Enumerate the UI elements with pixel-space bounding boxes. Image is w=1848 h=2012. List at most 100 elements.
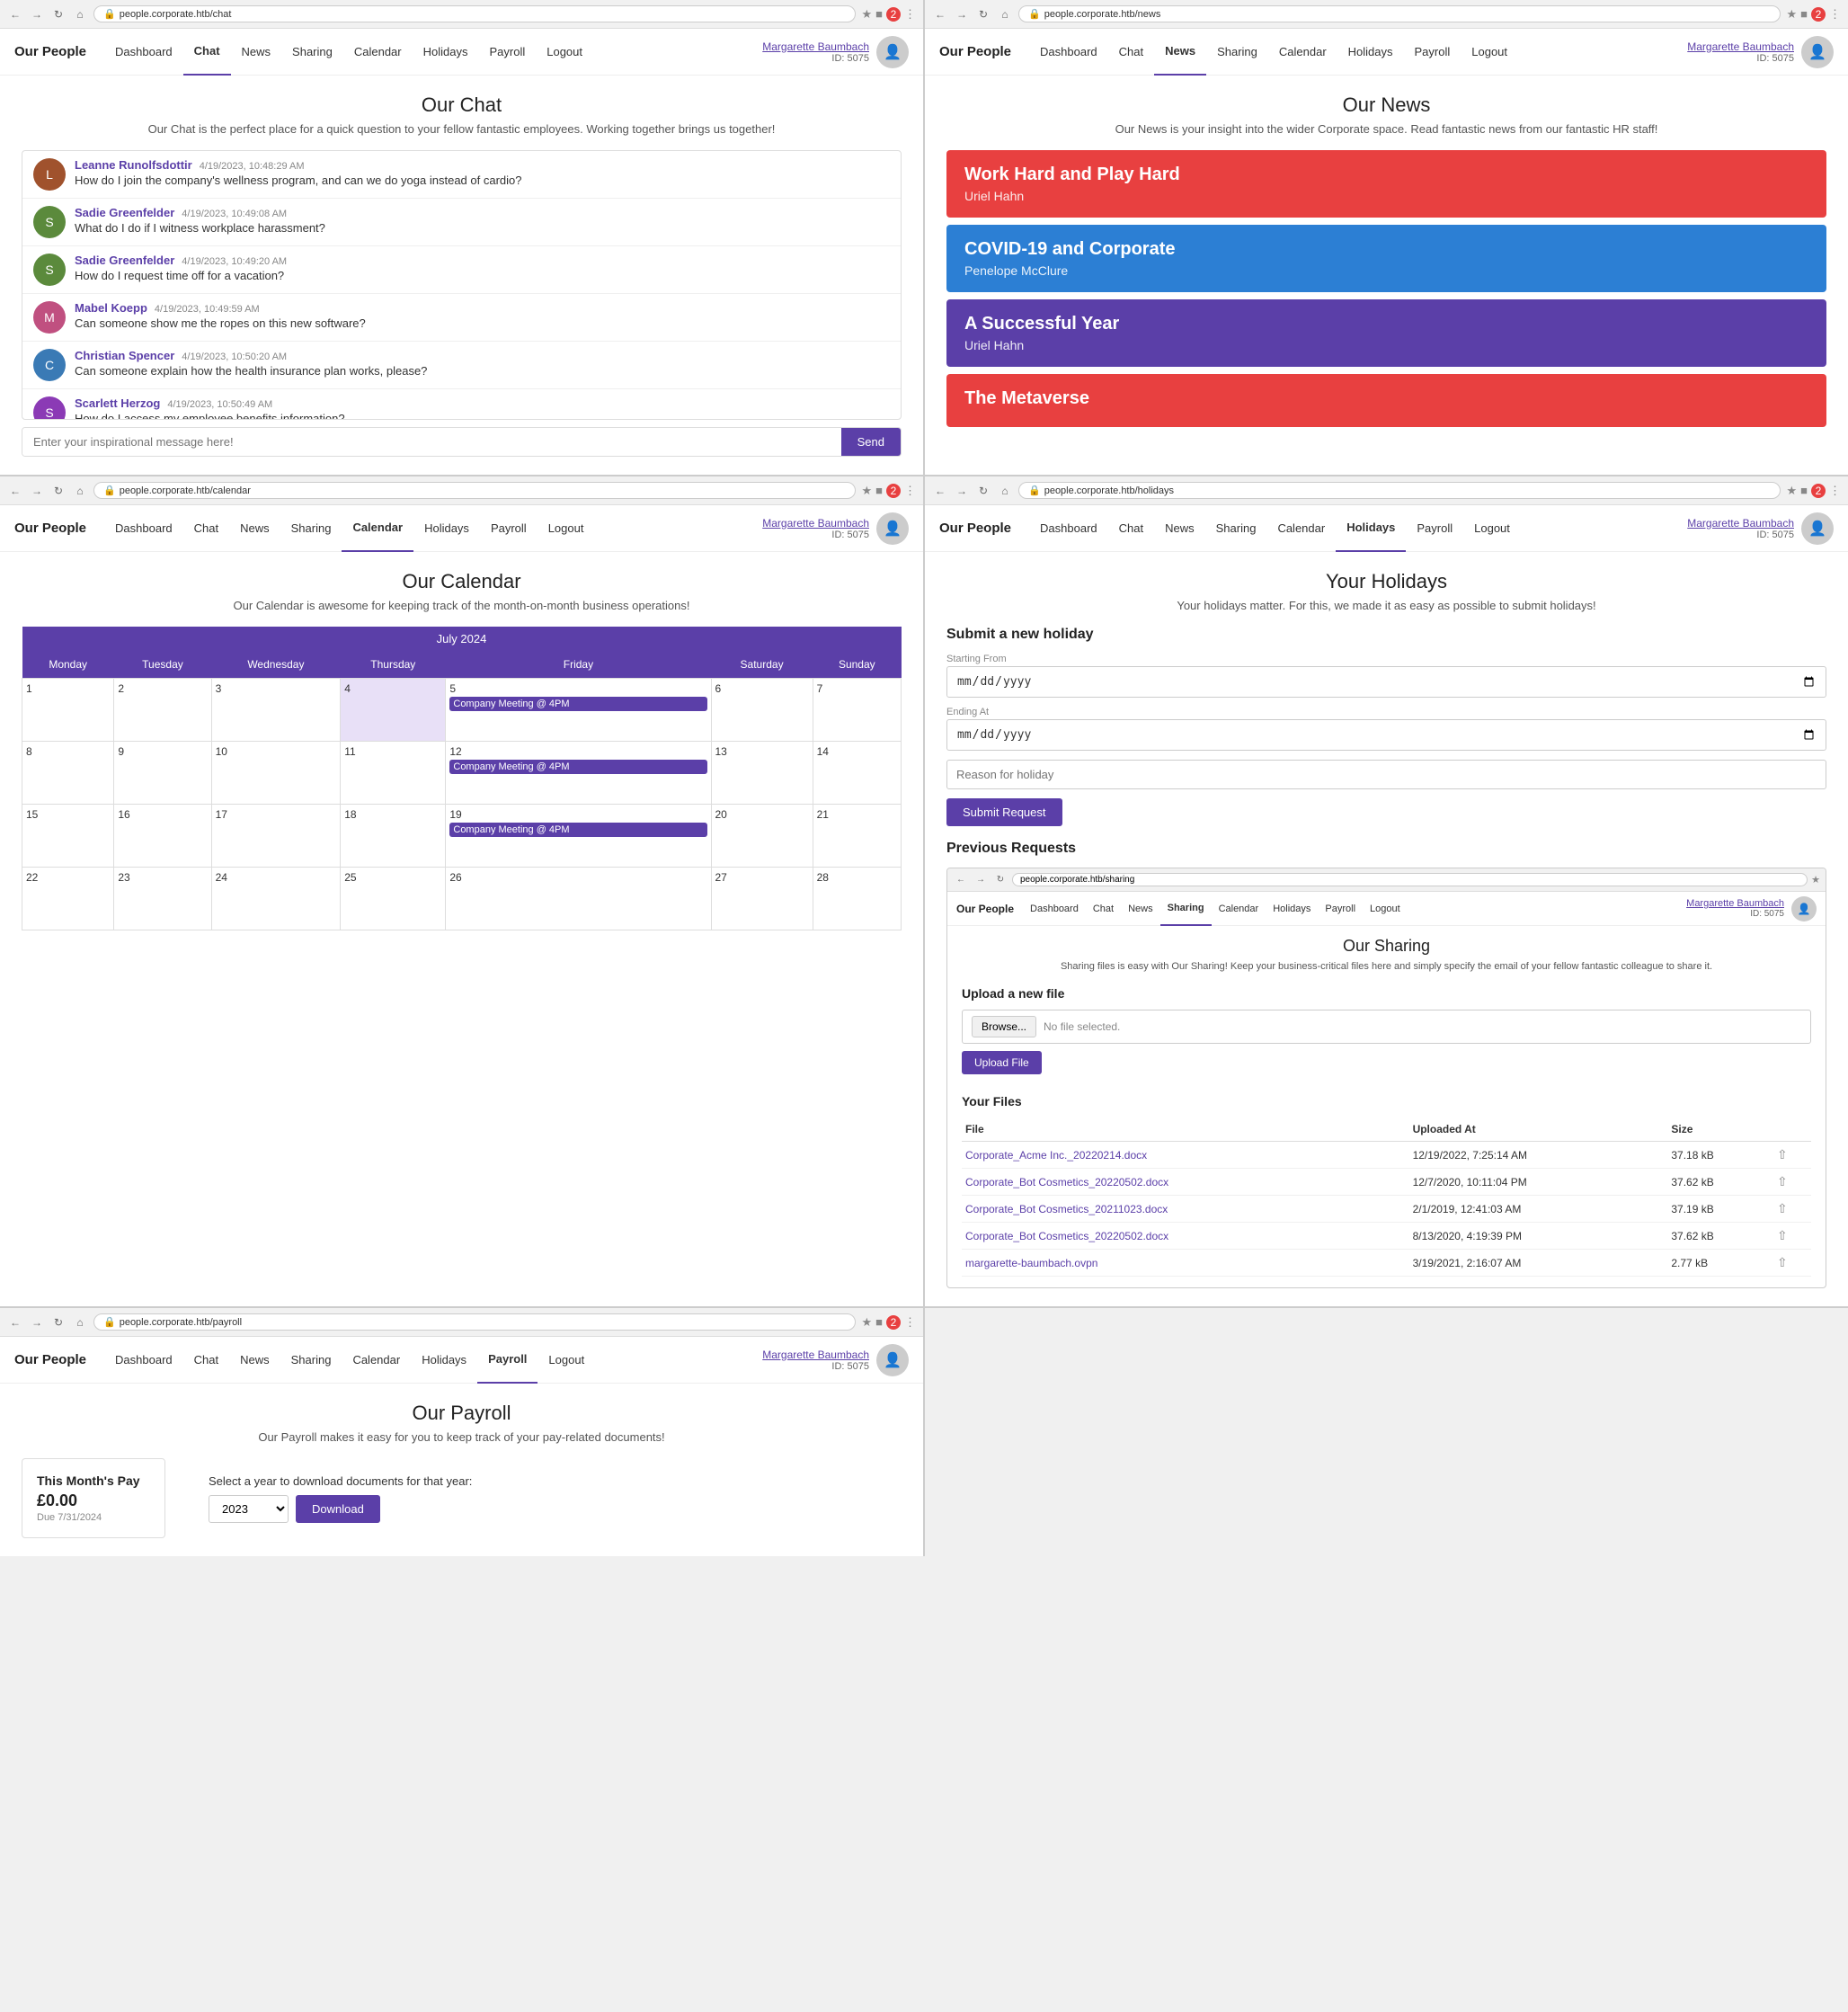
chat-msg-user[interactable]: Leanne Runolfsdottir xyxy=(75,158,192,172)
nav-sharing[interactable]: Sharing xyxy=(1160,892,1212,926)
share-icon[interactable]: ⇧ xyxy=(1777,1228,1788,1242)
nav-chat[interactable]: Chat xyxy=(1108,29,1154,76)
hol-url-bar[interactable]: 🔒 people.corporate.htb/holidays xyxy=(1018,482,1781,499)
nav-calendar[interactable]: Calendar xyxy=(343,29,413,76)
nav-holidays[interactable]: Holidays xyxy=(1336,505,1406,552)
payroll-year-select[interactable]: 2023202420222021 xyxy=(209,1495,289,1523)
nav-holidays[interactable]: Holidays xyxy=(1266,892,1318,926)
nav-dashboard[interactable]: Dashboard xyxy=(104,505,183,552)
cal-url-bar[interactable]: 🔒 people.corporate.htb/calendar xyxy=(93,482,856,499)
home-btn[interactable]: ⌂ xyxy=(72,1314,88,1331)
nav-holidays[interactable]: Holidays xyxy=(413,505,480,552)
nav-payroll[interactable]: Payroll xyxy=(1406,505,1463,552)
chat-msg-user[interactable]: Sadie Greenfelder xyxy=(75,206,174,219)
back-btn[interactable]: ← xyxy=(953,872,969,888)
share-icon[interactable]: ⇧ xyxy=(1777,1147,1788,1162)
back-btn[interactable]: ← xyxy=(7,6,23,22)
news-card[interactable]: The Metaverse xyxy=(946,374,1826,427)
nav-holidays[interactable]: Holidays xyxy=(1337,29,1404,76)
news-card[interactable]: Work Hard and Play Hard Uriel Hahn xyxy=(946,150,1826,218)
nav-chat[interactable]: Chat xyxy=(1108,505,1154,552)
nav-logout[interactable]: Logout xyxy=(1461,29,1518,76)
menu-icon[interactable]: ⋮ xyxy=(1829,7,1841,22)
reload-btn[interactable]: ↻ xyxy=(992,872,1008,888)
nav-sharing[interactable]: Sharing xyxy=(281,29,343,76)
forward-btn[interactable]: → xyxy=(954,483,970,499)
back-btn[interactable]: ← xyxy=(7,1314,23,1331)
nav-logout[interactable]: Logout xyxy=(538,505,595,552)
menu-icon[interactable]: ⋮ xyxy=(1829,484,1841,498)
upload-file-btn[interactable]: Upload File xyxy=(962,1051,1042,1074)
file-link[interactable]: Corporate_Bot Cosmetics_20220502.docx xyxy=(965,1230,1168,1242)
browse-btn[interactable]: Browse... xyxy=(972,1016,1036,1037)
nav-chat[interactable]: Chat xyxy=(1086,892,1121,926)
nav-holidays[interactable]: Holidays xyxy=(413,29,479,76)
nav-calendar[interactable]: Calendar xyxy=(342,505,413,552)
nav-logout[interactable]: Logout xyxy=(1463,505,1521,552)
nav-chat[interactable]: Chat xyxy=(183,1337,229,1384)
forward-btn[interactable]: → xyxy=(29,1314,45,1331)
hol-submit-btn[interactable]: Submit Request xyxy=(946,798,1062,826)
hol-end-input[interactable] xyxy=(946,719,1826,751)
file-link[interactable]: Corporate_Acme Inc._20220214.docx xyxy=(965,1149,1147,1162)
home-btn[interactable]: ⌂ xyxy=(72,483,88,499)
news-url-bar[interactable]: 🔒 people.corporate.htb/news xyxy=(1018,5,1781,22)
nav-dashboard[interactable]: Dashboard xyxy=(1029,29,1108,76)
reload-btn[interactable]: ↻ xyxy=(975,483,991,499)
nav-payroll[interactable]: Payroll xyxy=(1318,892,1363,926)
home-btn[interactable]: ⌂ xyxy=(997,6,1013,22)
download-btn[interactable]: Download xyxy=(296,1495,380,1523)
nav-calendar[interactable]: Calendar xyxy=(1268,29,1337,76)
chat-send-btn[interactable]: Send xyxy=(841,428,901,456)
nav-news[interactable]: News xyxy=(1154,505,1205,552)
share-icon[interactable]: ⇧ xyxy=(1777,1201,1788,1215)
hol-start-input[interactable] xyxy=(946,666,1826,698)
nav-sharing[interactable]: Sharing xyxy=(1205,505,1267,552)
chat-url-bar[interactable]: 🔒 people.corporate.htb/chat xyxy=(93,5,856,22)
nav-payroll[interactable]: Payroll xyxy=(480,505,538,552)
reload-btn[interactable]: ↻ xyxy=(975,6,991,22)
menu-icon[interactable]: ⋮ xyxy=(904,1315,916,1330)
nav-dashboard[interactable]: Dashboard xyxy=(1023,892,1086,926)
nav-calendar[interactable]: Calendar xyxy=(1266,505,1336,552)
nav-news[interactable]: News xyxy=(231,29,282,76)
menu-icon[interactable]: ⋮ xyxy=(904,7,916,22)
chat-msg-user[interactable]: Christian Spencer xyxy=(75,349,174,362)
nav-sharing[interactable]: Sharing xyxy=(280,505,342,552)
menu-icon[interactable]: ⋮ xyxy=(904,484,916,498)
nav-sharing[interactable]: Sharing xyxy=(280,1337,342,1384)
news-card[interactable]: COVID-19 and Corporate Penelope McClure xyxy=(946,225,1826,292)
nav-payroll[interactable]: Payroll xyxy=(478,29,536,76)
file-link[interactable]: margarette-baumbach.ovpn xyxy=(965,1257,1097,1269)
back-btn[interactable]: ← xyxy=(932,483,948,499)
share-icon[interactable]: ⇧ xyxy=(1777,1174,1788,1189)
home-btn[interactable]: ⌂ xyxy=(997,483,1013,499)
nav-news[interactable]: News xyxy=(1154,29,1206,76)
back-btn[interactable]: ← xyxy=(7,483,23,499)
chat-msg-user[interactable]: Sadie Greenfelder xyxy=(75,254,174,267)
chat-input[interactable] xyxy=(22,428,841,456)
nav-payroll[interactable]: Payroll xyxy=(1404,29,1462,76)
forward-btn[interactable]: → xyxy=(29,6,45,22)
nav-sharing[interactable]: Sharing xyxy=(1206,29,1268,76)
nav-chat[interactable]: Chat xyxy=(183,505,229,552)
forward-btn[interactable]: → xyxy=(954,6,970,22)
file-link[interactable]: Corporate_Bot Cosmetics_20211023.docx xyxy=(965,1203,1168,1215)
nav-dashboard[interactable]: Dashboard xyxy=(104,1337,183,1384)
home-btn[interactable]: ⌂ xyxy=(72,6,88,22)
nav-logout[interactable]: Logout xyxy=(536,29,593,76)
nav-logout[interactable]: Logout xyxy=(1363,892,1408,926)
hol-reason-input[interactable] xyxy=(946,760,1826,789)
nav-dashboard[interactable]: Dashboard xyxy=(104,29,183,76)
nav-chat[interactable]: Chat xyxy=(183,29,231,76)
news-card[interactable]: A Successful Year Uriel Hahn xyxy=(946,299,1826,367)
pay-url-bar[interactable]: 🔒 people.corporate.htb/payroll xyxy=(93,1313,856,1331)
nav-calendar[interactable]: Calendar xyxy=(342,1337,411,1384)
reload-btn[interactable]: ↻ xyxy=(50,6,67,22)
reload-btn[interactable]: ↻ xyxy=(50,483,67,499)
chat-msg-user[interactable]: Mabel Koepp xyxy=(75,301,147,315)
chat-msg-user[interactable]: Scarlett Herzog xyxy=(75,396,160,410)
nav-payroll[interactable]: Payroll xyxy=(477,1337,538,1384)
reload-btn[interactable]: ↻ xyxy=(50,1314,67,1331)
nav-news[interactable]: News xyxy=(229,1337,280,1384)
